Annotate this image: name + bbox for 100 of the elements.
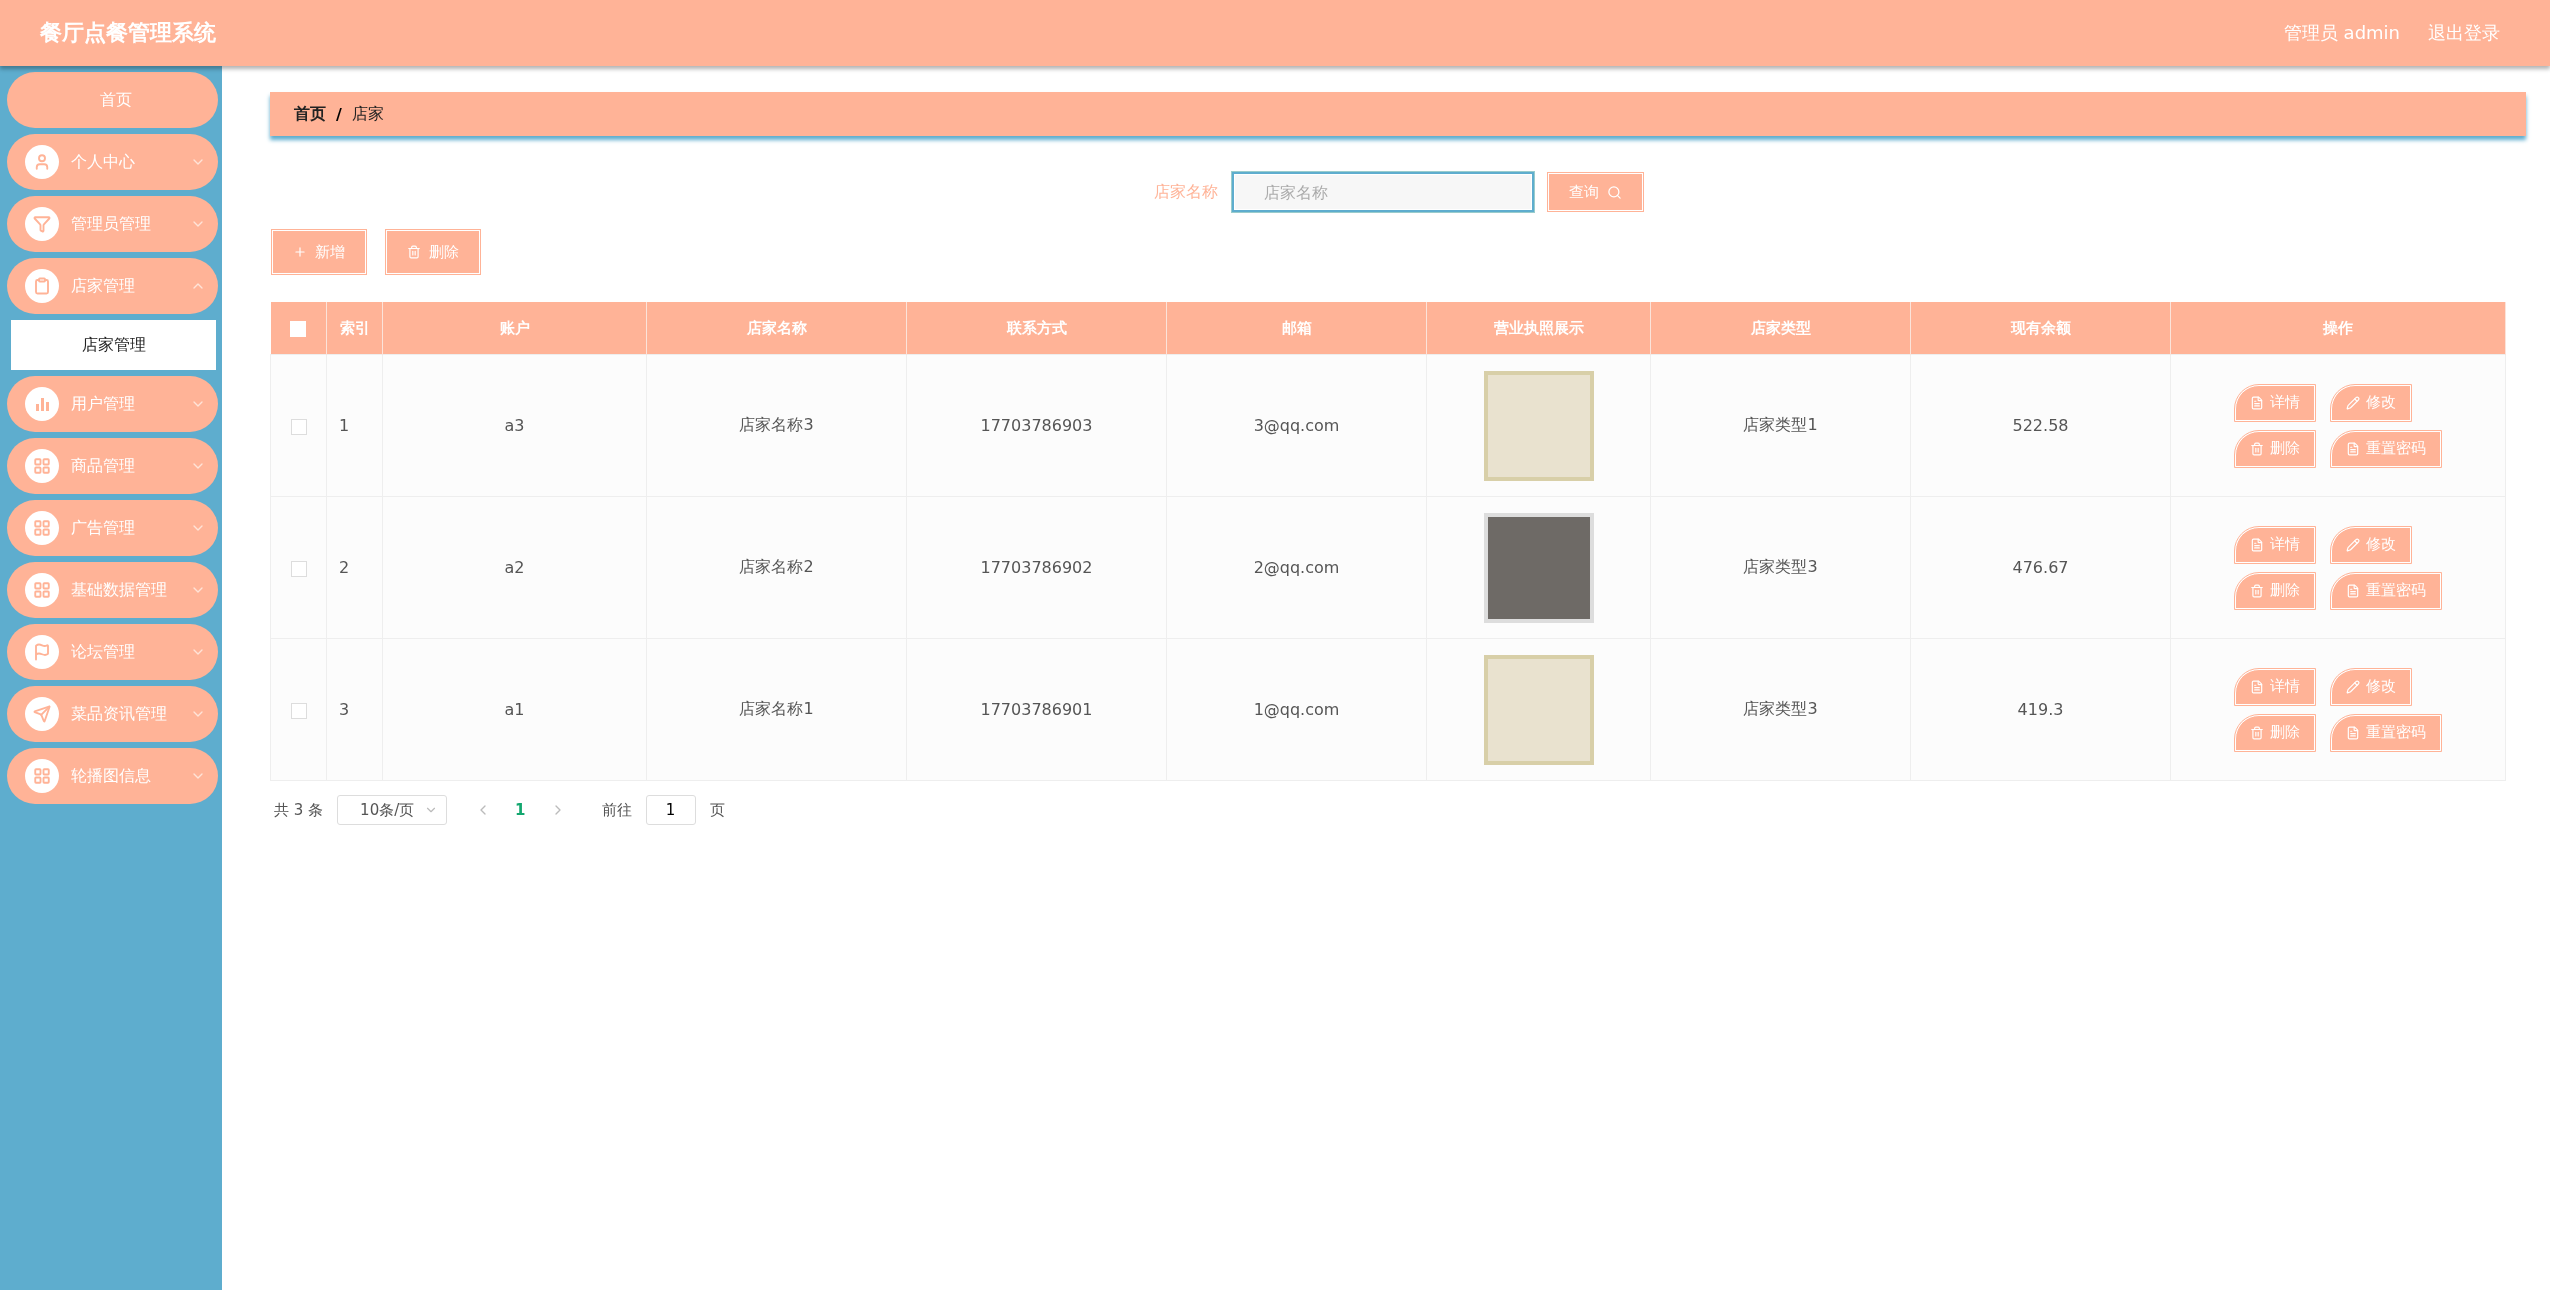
table-cell: 2@qq.com	[1166, 496, 1427, 639]
row-checkbox[interactable]	[290, 560, 307, 577]
column-header: 联系方式	[906, 302, 1167, 355]
document-icon	[2250, 395, 2264, 410]
clipboard-icon	[25, 269, 59, 303]
reset-password-button[interactable]: 重置密码	[2331, 714, 2441, 751]
funnel-icon	[25, 207, 59, 241]
user-label: 管理员 admin	[2283, 21, 2400, 45]
menu-item[interactable]: 店家管理	[7, 258, 218, 314]
edit-button[interactable]: 修改	[2331, 526, 2411, 563]
column-header: 现有余额	[1910, 302, 2171, 355]
breadcrumb-item: 店家	[351, 103, 384, 125]
menu-item[interactable]: 广告管理	[7, 500, 218, 556]
table-cell: 1	[326, 354, 383, 497]
column-header: 店家名称	[646, 302, 907, 355]
page-suffix: 页	[709, 800, 725, 820]
menu-item[interactable]: 管理员管理	[7, 196, 218, 252]
pencil-icon	[2346, 679, 2360, 694]
table-cell: 2	[326, 496, 383, 639]
row-checkbox[interactable]	[290, 418, 307, 435]
delete-button[interactable]: 删除	[2235, 572, 2315, 609]
trash-icon	[2250, 441, 2264, 456]
menu-item[interactable]: 商品管理	[7, 438, 218, 494]
reset-password-button[interactable]: 重置密码	[2331, 572, 2441, 609]
grid-icon	[25, 573, 59, 607]
search-field[interactable]: 店家名称	[1231, 172, 1534, 212]
document-icon	[2346, 441, 2360, 456]
trash-icon	[2250, 725, 2264, 740]
page-jump-field[interactable]: 1	[645, 795, 696, 825]
document-icon	[2346, 583, 2360, 598]
delete-button[interactable]: 删除	[386, 230, 480, 274]
paper-plane-icon	[25, 697, 59, 731]
table-cell: 419.3	[1910, 638, 2171, 781]
column-header: 操作	[2170, 302, 2506, 355]
document-icon	[2346, 725, 2360, 740]
goto-label: 前往	[601, 800, 632, 820]
column-header: 索引	[326, 302, 383, 355]
table-cell: a2	[382, 496, 647, 639]
page-number[interactable]: 1	[505, 801, 536, 819]
grid-icon	[25, 759, 59, 793]
search-icon	[1606, 184, 1622, 200]
menu-item[interactable]: 个人中心	[7, 134, 218, 190]
menu-item[interactable]: 菜品资讯管理	[7, 686, 218, 742]
table-cell: 17703786902	[906, 496, 1167, 639]
table-cell: 1@qq.com	[1166, 638, 1427, 781]
column-header: 营业执照展示	[1426, 302, 1651, 355]
table-cell: 店家名称1	[646, 638, 907, 781]
details-button[interactable]: 详情	[2235, 526, 2315, 563]
menu-item[interactable]: 基础数据管理	[7, 562, 218, 618]
flag-icon	[25, 635, 59, 669]
table-cell: 店家名称2	[646, 496, 907, 639]
delete-button[interactable]: 删除	[2235, 714, 2315, 751]
table-cell: 3@qq.com	[1166, 354, 1427, 497]
search-button[interactable]: 查询	[1547, 173, 1643, 211]
table-cell: a1	[382, 638, 647, 781]
column-header: 邮箱	[1166, 302, 1427, 355]
table-cell: 店家类型3	[1650, 496, 1911, 639]
table-cell: 17703786901	[906, 638, 1167, 781]
page-size-select[interactable]: 10条/页	[337, 795, 448, 825]
trash-icon	[407, 245, 421, 259]
menu-item[interactable]: 首页	[7, 72, 218, 128]
menu-item[interactable]: 论坛管理	[7, 624, 218, 680]
submenu-item[interactable]: 店家管理	[11, 320, 216, 370]
select-all-checkbox[interactable]	[290, 320, 307, 337]
delete-button[interactable]: 删除	[2235, 430, 2315, 467]
table-cell: 3	[326, 638, 383, 781]
trash-icon	[2250, 583, 2264, 598]
edit-button[interactable]: 修改	[2331, 668, 2411, 705]
details-button[interactable]: 详情	[2235, 668, 2315, 705]
logout-link[interactable]: 退出登录	[2428, 21, 2500, 45]
table-cell: 522.58	[1910, 354, 2171, 497]
document-icon	[2250, 679, 2264, 694]
breadcrumb-separator: /	[336, 104, 342, 124]
breadcrumb-item[interactable]: 首页	[294, 103, 326, 125]
bar-chart-icon	[25, 387, 59, 421]
table-cell: a3	[382, 354, 647, 497]
table-cell: 17703786903	[906, 354, 1167, 497]
pencil-icon	[2346, 395, 2360, 410]
add-button[interactable]: 新增	[272, 230, 366, 274]
row-checkbox[interactable]	[290, 702, 307, 719]
menu-item[interactable]: 轮播图信息	[7, 748, 218, 804]
column-header: 店家类型	[1650, 302, 1911, 355]
edit-button[interactable]: 修改	[2331, 384, 2411, 421]
menu-item[interactable]: 用户管理	[7, 376, 218, 432]
person-icon	[25, 145, 59, 179]
plus-icon	[293, 245, 307, 259]
table-cell: 店家类型3	[1650, 638, 1911, 781]
table-cell: 476.67	[1910, 496, 2171, 639]
document-icon	[2250, 537, 2264, 552]
column-header: 账户	[382, 302, 647, 355]
app-title: 餐厅点餐管理系统	[40, 19, 216, 47]
reset-password-button[interactable]: 重置密码	[2331, 430, 2441, 467]
grid-icon	[25, 449, 59, 483]
grid-icon	[25, 511, 59, 545]
total-count: 共 3 条	[274, 800, 324, 820]
search-label: 店家名称	[1153, 181, 1218, 203]
pencil-icon	[2346, 537, 2360, 552]
table-cell: 店家类型1	[1650, 354, 1911, 497]
table-cell: 店家名称3	[646, 354, 907, 497]
details-button[interactable]: 详情	[2235, 384, 2315, 421]
